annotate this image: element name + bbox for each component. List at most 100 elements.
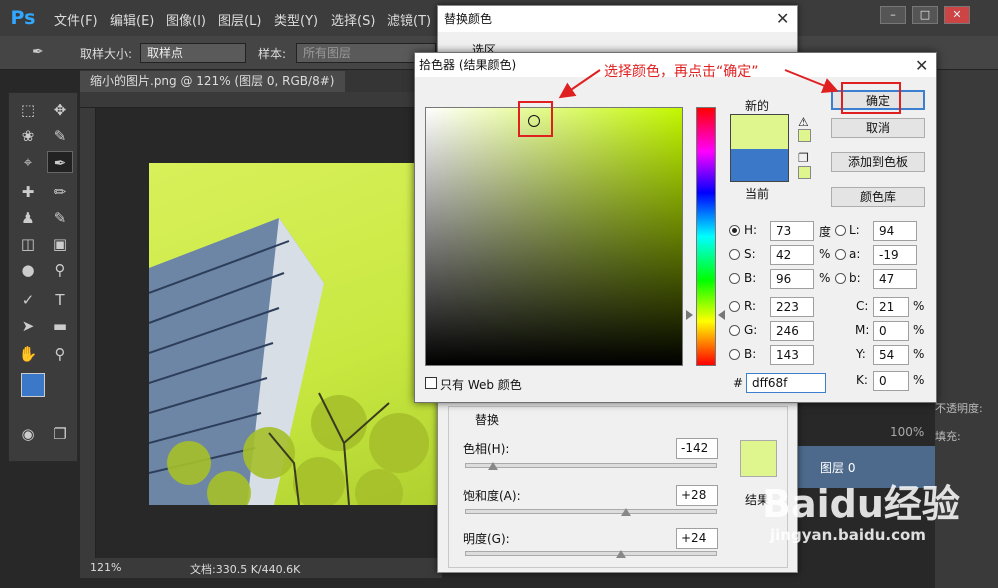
healing-brush-icon[interactable]: ✚ [15,181,41,203]
h-field[interactable]: 73 [770,221,814,241]
eyedropper-icon[interactable]: ✒ [32,44,44,60]
k-field[interactable]: 0 [873,371,909,391]
hand-tool-icon[interactable]: ✋ [15,343,41,365]
menu-select[interactable]: 选择(S) [331,10,375,29]
brush-tool-icon[interactable]: ✏ [47,181,73,203]
color-libraries-label: 颜色库 [859,190,896,204]
radio-s[interactable] [729,249,740,260]
y-field[interactable]: 54 [873,345,909,365]
lightness-slider[interactable] [465,551,717,556]
zoom-level[interactable]: 121% [90,561,121,574]
current-color-swatch[interactable] [730,149,789,182]
eraser-tool-icon[interactable]: ◫ [15,233,41,255]
g-field[interactable]: 246 [770,321,814,341]
menu-layer[interactable]: 图层(L) [218,10,261,29]
r-field[interactable]: 223 [770,297,814,317]
a-field[interactable]: -19 [873,245,917,265]
maximize-icon[interactable]: □ [912,6,938,24]
gamut-color-swatch[interactable] [798,129,811,142]
rgb-b-field[interactable]: 143 [770,345,814,365]
menu-type[interactable]: 类型(Y) [274,10,318,29]
hue-slider[interactable] [465,463,717,468]
web-safe-cube-icon[interactable]: ❐ [798,151,809,165]
move-tool-icon[interactable]: ✥ [47,99,73,121]
saturation-slider-thumb[interactable] [621,508,632,516]
marquee-tool-icon[interactable]: ⬚ [15,99,41,121]
radio-l[interactable] [835,225,846,236]
zoom-tool-icon[interactable]: ⚲ [47,343,73,365]
quick-select-icon[interactable]: ✎ [47,125,73,147]
out-of-gamut-warning-icon[interactable]: ⚠ [798,115,809,129]
web-safe-color-swatch[interactable] [798,166,811,179]
document-image[interactable] [149,163,442,505]
color-libraries-button[interactable]: 颜色库 [831,187,925,207]
radio-a[interactable] [835,249,846,260]
lasso-tool-icon[interactable]: ❀ [15,125,41,147]
lab-b-label: b: [849,271,861,285]
result-color-swatch[interactable] [740,440,777,477]
radio-g[interactable] [729,325,740,336]
radio-r[interactable] [729,301,740,312]
hex-field[interactable]: dff68f [746,373,826,393]
menu-filter[interactable]: 滤镜(T) [387,10,431,29]
dodge-tool-icon[interactable]: ⚲ [47,259,73,281]
minimize-icon[interactable]: – [880,6,906,24]
menu-image[interactable]: 图像(I) [166,10,206,29]
annotation-box-field [518,101,553,137]
m-field[interactable]: 0 [873,321,909,341]
radio-lab-b[interactable] [835,273,846,284]
s-field[interactable]: 42 [770,245,814,265]
status-bar: 121% 文档:330.5 K/440.6K [80,558,442,578]
radio-rgb-b[interactable] [729,349,740,360]
shape-tool-icon[interactable]: ▬ [47,315,73,337]
replace-color-title: 替换颜色 [438,6,797,32]
sample-size-select[interactable]: 取样点 [140,43,246,63]
close-window-icon[interactable]: ✕ [944,6,970,24]
hue-slider-left-arrow[interactable] [686,310,693,320]
eyedropper-tool-icon[interactable]: ✒ [47,151,73,173]
saturation-input[interactable]: +28 [676,485,718,506]
l-field[interactable]: 94 [873,221,917,241]
blur-tool-icon[interactable]: ● [15,259,41,281]
hue-input[interactable]: -142 [676,438,718,459]
lightness-slider-thumb[interactable] [616,550,627,558]
menu-edit[interactable]: 编辑(E) [110,10,154,29]
hue-slider-right-arrow[interactable] [718,310,725,320]
y-unit: % [913,347,925,361]
l-label: L: [849,223,860,237]
saturation-slider[interactable] [465,509,717,514]
radio-h[interactable] [729,225,740,236]
hue-strip[interactable] [696,107,716,366]
gradient-tool-icon[interactable]: ▣ [47,233,73,255]
type-tool-icon[interactable]: T [47,289,73,311]
saturation-label: 饱和度(A): [463,489,521,503]
hue-slider-thumb[interactable] [487,462,498,470]
document-tab[interactable]: 缩小的图片.png @ 121% (图层 0, RGB/8#) ✕ [80,71,345,108]
quick-mask-icon[interactable]: ◉ [15,423,41,445]
radio-b[interactable] [729,273,740,284]
new-color-swatch [730,114,789,149]
fill-value[interactable]: 100% [890,425,924,439]
cancel-button[interactable]: 取消 [831,118,925,138]
lab-b-field[interactable]: 47 [873,269,917,289]
clone-stamp-icon[interactable]: ♟ [15,207,41,229]
close-replace-icon[interactable]: ✕ [776,9,789,28]
menu-file[interactable]: 文件(F) [54,10,98,29]
b-label: B: [744,271,757,285]
b-field[interactable]: 96 [770,269,814,289]
building-photo [149,218,429,505]
saturation-brightness-field[interactable] [425,107,683,366]
foreground-color-swatch[interactable] [21,373,45,397]
c-field[interactable]: 21 [873,297,909,317]
web-colors-only-checkbox[interactable] [425,377,437,389]
screen-mode-icon[interactable]: ❐ [47,423,73,445]
tools-panel: ⬚ ✥ ❀ ✎ ⌖ ✒ ✚ ✏ ♟ ✎ ◫ ▣ ● ⚲ ✓ T ➤ ▬ ✋ ⚲ … [8,92,78,462]
pen-tool-icon[interactable]: ✓ [15,289,41,311]
lightness-input[interactable]: +24 [676,528,718,549]
hue-label: 色相(H): [463,442,510,456]
path-select-icon[interactable]: ➤ [15,315,41,337]
add-to-swatches-button[interactable]: 添加到色板 [831,152,925,172]
close-picker-icon[interactable]: ✕ [915,56,928,75]
crop-tool-icon[interactable]: ⌖ [15,151,41,173]
history-brush-icon[interactable]: ✎ [47,207,73,229]
